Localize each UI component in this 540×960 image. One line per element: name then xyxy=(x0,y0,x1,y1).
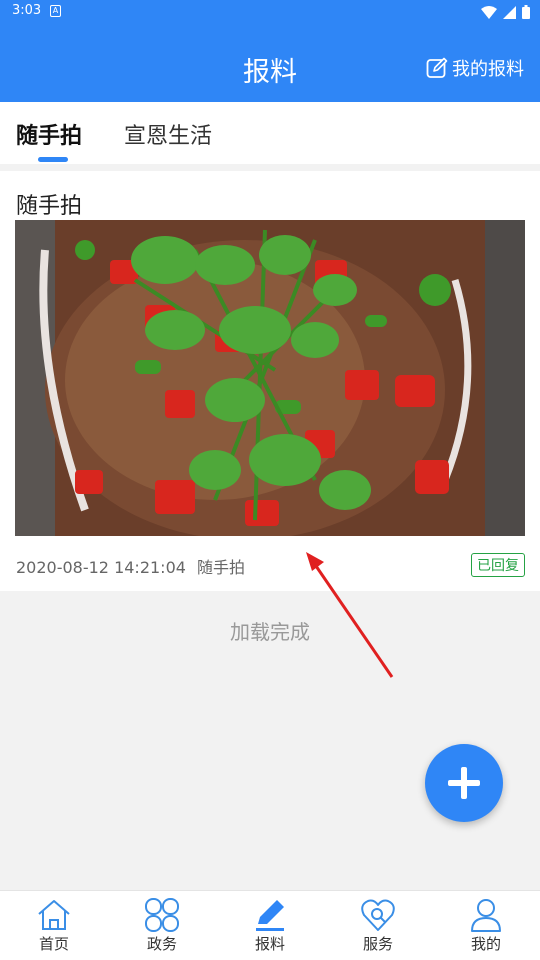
load-status: 加载完成 xyxy=(230,620,310,644)
edit-icon xyxy=(426,57,448,78)
add-report-button[interactable] xyxy=(425,744,503,822)
nav-item-service[interactable]: 服务 xyxy=(324,891,432,960)
clover-icon xyxy=(145,898,179,932)
nav-label-home: 首页 xyxy=(38,935,69,953)
nav-label-report: 报料 xyxy=(254,935,285,953)
status-bar: 3:03 A xyxy=(0,0,540,24)
person-icon xyxy=(471,899,501,932)
notification-icon: A xyxy=(50,5,61,17)
post-photo[interactable] xyxy=(15,220,525,536)
post-card[interactable]: 随手拍 2020-08-12 14:21:04 随手拍 已回复 xyxy=(0,171,540,591)
bottom-nav: 首页 政务 报料 服务 我的 xyxy=(0,890,540,960)
category-tabs: 随手拍 宣恩生活 xyxy=(0,102,540,164)
nav-label-mine: 我的 xyxy=(470,935,501,953)
status-icons xyxy=(481,3,530,21)
nav-item-home[interactable]: 首页 xyxy=(0,891,108,960)
post-title: 随手拍 xyxy=(16,194,83,219)
wifi-icon xyxy=(481,5,497,19)
tab-snapshot[interactable]: 随手拍 xyxy=(16,118,82,150)
nav-label-service: 服务 xyxy=(362,935,393,953)
tab-active-indicator xyxy=(38,157,68,162)
nav-label-government: 政务 xyxy=(146,935,177,953)
home-icon xyxy=(38,900,70,930)
app-header: 报料 我的报料 xyxy=(0,24,540,102)
post-meta: 2020-08-12 14:21:04 随手拍 xyxy=(16,554,245,578)
post-timestamp: 2020-08-12 14:21:04 xyxy=(16,558,186,577)
nav-item-report[interactable]: 报料 xyxy=(216,891,324,960)
post-category: 随手拍 xyxy=(197,558,246,577)
tab-xuanen-life[interactable]: 宣恩生活 xyxy=(124,118,212,150)
nav-item-government[interactable]: 政务 xyxy=(108,891,216,960)
my-reports-button[interactable]: 我的报料 xyxy=(426,55,524,81)
status-badge: 已回复 xyxy=(471,553,525,577)
status-time: 3:03 xyxy=(12,3,42,18)
signal-icon xyxy=(503,5,516,19)
nav-item-mine[interactable]: 我的 xyxy=(432,891,540,960)
service-heart-icon xyxy=(361,899,395,931)
pen-icon xyxy=(256,900,284,931)
battery-icon xyxy=(522,5,530,19)
my-reports-label: 我的报料 xyxy=(452,59,524,80)
